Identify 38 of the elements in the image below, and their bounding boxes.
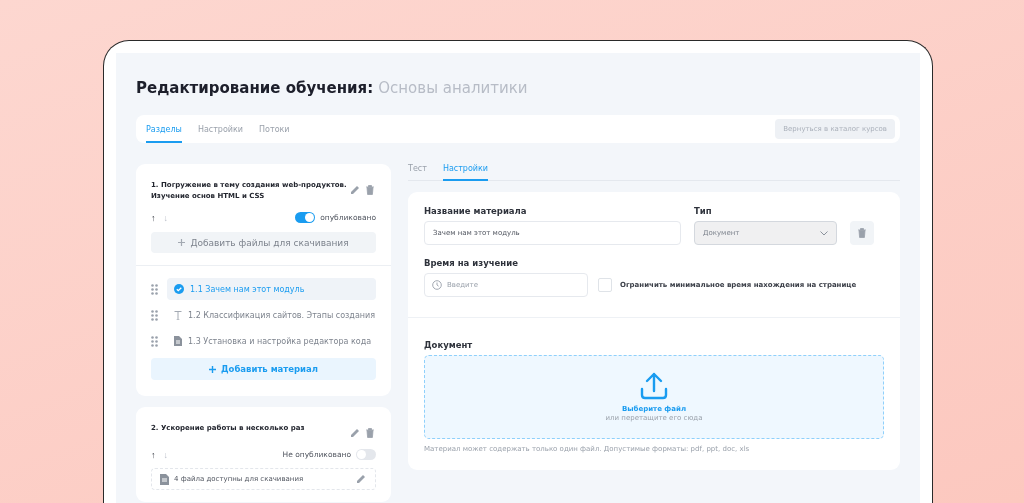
add-files-button[interactable]: Добавить файлы для скачивания [151, 232, 376, 253]
publish-toggle[interactable] [356, 449, 376, 460]
page-title: Редактирование обучения: [136, 79, 374, 97]
pencil-icon [349, 184, 361, 196]
tab[interactable]: Потоки [259, 115, 290, 143]
plus-icon [208, 365, 216, 373]
pencil-icon [355, 473, 367, 485]
tab[interactable]: Настройки [197, 115, 244, 143]
material-item[interactable]: 1.1 Зачем нам этот модуль [167, 278, 376, 300]
tab[interactable]: Разделы [146, 115, 182, 143]
text-icon [174, 310, 182, 320]
delete-button[interactable] [850, 221, 874, 245]
field-label: Название материала [424, 206, 528, 216]
tab[interactable]: Настройки [442, 158, 489, 181]
publish-toggle[interactable] [295, 212, 316, 223]
trash-icon [364, 184, 376, 196]
pencil-icon [349, 427, 361, 439]
trash-icon [856, 227, 868, 239]
drag-handle-icon [151, 335, 158, 347]
checkbox[interactable] [598, 278, 612, 292]
tab[interactable]: Тест [408, 158, 427, 181]
add-material-button[interactable]: Добавить материал [151, 358, 376, 380]
field-label: Документ [424, 340, 474, 350]
chevron-down-icon [820, 230, 828, 236]
document-icon [160, 473, 169, 485]
drag-handle-icon [151, 283, 158, 295]
check-circle-icon [174, 284, 184, 294]
material-item[interactable]: 1.2 Классификация сайтов. Этапы создания [167, 304, 383, 326]
drag-handle-icon [151, 309, 158, 321]
plus-icon [178, 239, 186, 246]
course-name: Основы аналитики [378, 79, 528, 97]
upload-icon [640, 372, 668, 400]
document-icon [174, 336, 182, 346]
clock-icon [432, 280, 442, 290]
field-label: Тип [694, 206, 713, 216]
material-item[interactable]: 1.3 Установка и настройка редактора кода [167, 330, 379, 352]
field-label: Время на изучение [424, 258, 519, 268]
trash-icon [364, 427, 376, 439]
